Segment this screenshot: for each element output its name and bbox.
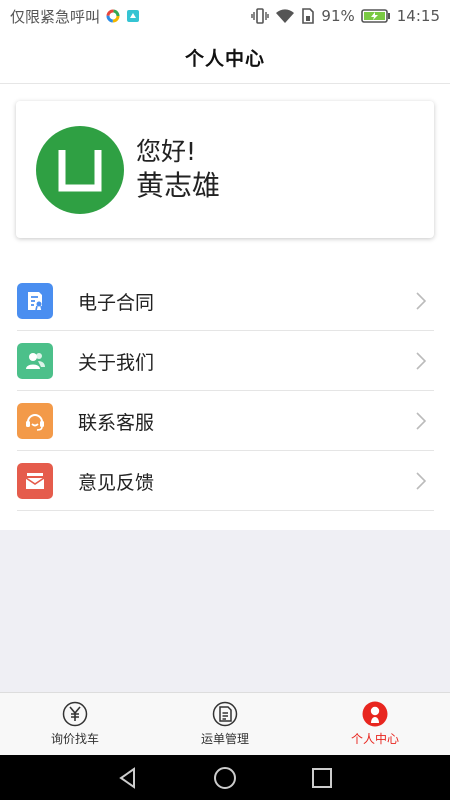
menu-item-label: 电子合同 [78, 291, 155, 314]
profile-card[interactable]: 您好! 黄志雄 [16, 101, 434, 238]
settings-menu: 电子合同 关于我们 联系客服 意见反馈 [0, 271, 450, 511]
u-logo-icon [58, 149, 102, 191]
tab-label: 个人中心 [350, 732, 399, 746]
clock: 14:15 [396, 7, 440, 25]
feedback-mail-icon [17, 463, 53, 499]
menu-item-contract[interactable]: 电子合同 [0, 271, 450, 331]
back-icon[interactable] [116, 766, 140, 790]
recents-icon[interactable] [310, 766, 334, 790]
wifi-icon [275, 8, 295, 24]
tab-waybill-management[interactable]: 运单管理 [150, 693, 300, 755]
contract-icon [17, 283, 53, 319]
menu-item-label: 联系客服 [78, 411, 155, 434]
chevron-right-icon [416, 352, 426, 370]
battery-charging-icon [360, 8, 391, 24]
notification-app-icon [126, 9, 140, 23]
tab-quote-find-vehicle[interactable]: 询价找车 [0, 693, 150, 755]
chevron-right-icon [416, 472, 426, 490]
colorful-app-icon [106, 9, 120, 23]
page-header: 个人中心 [0, 32, 450, 84]
carrier-text: 仅限紧急呼叫 [10, 7, 101, 26]
page-title: 个人中心 [184, 48, 265, 70]
document-icon [212, 701, 238, 727]
sim-card-icon [301, 8, 315, 24]
avatar[interactable] [36, 125, 124, 214]
person-icon [362, 701, 388, 727]
bottom-tab-bar: 询价找车 运单管理 个人中心 [0, 692, 450, 755]
yen-icon [62, 701, 88, 727]
menu-item-customer-service[interactable]: 联系客服 [0, 391, 450, 451]
menu-item-label: 意见反馈 [78, 471, 155, 494]
battery-percent: 91% [321, 7, 355, 25]
tab-label: 询价找车 [50, 732, 99, 746]
people-icon [17, 343, 53, 379]
vibrate-icon [251, 8, 270, 24]
menu-item-about[interactable]: 关于我们 [0, 331, 450, 391]
tab-label: 运单管理 [200, 732, 249, 746]
chevron-right-icon [416, 412, 426, 430]
headset-icon [17, 403, 53, 439]
tab-personal-center[interactable]: 个人中心 [300, 693, 450, 755]
chevron-right-icon [416, 292, 426, 310]
home-icon[interactable] [213, 766, 237, 790]
system-nav-bar [0, 755, 450, 800]
menu-item-feedback[interactable]: 意见反馈 [0, 451, 450, 511]
menu-item-label: 关于我们 [78, 351, 155, 374]
user-name: 黄志雄 [136, 168, 221, 202]
status-bar: 仅限紧急呼叫 91% 14:15 [0, 0, 450, 32]
greeting-text: 您好! [136, 136, 197, 166]
